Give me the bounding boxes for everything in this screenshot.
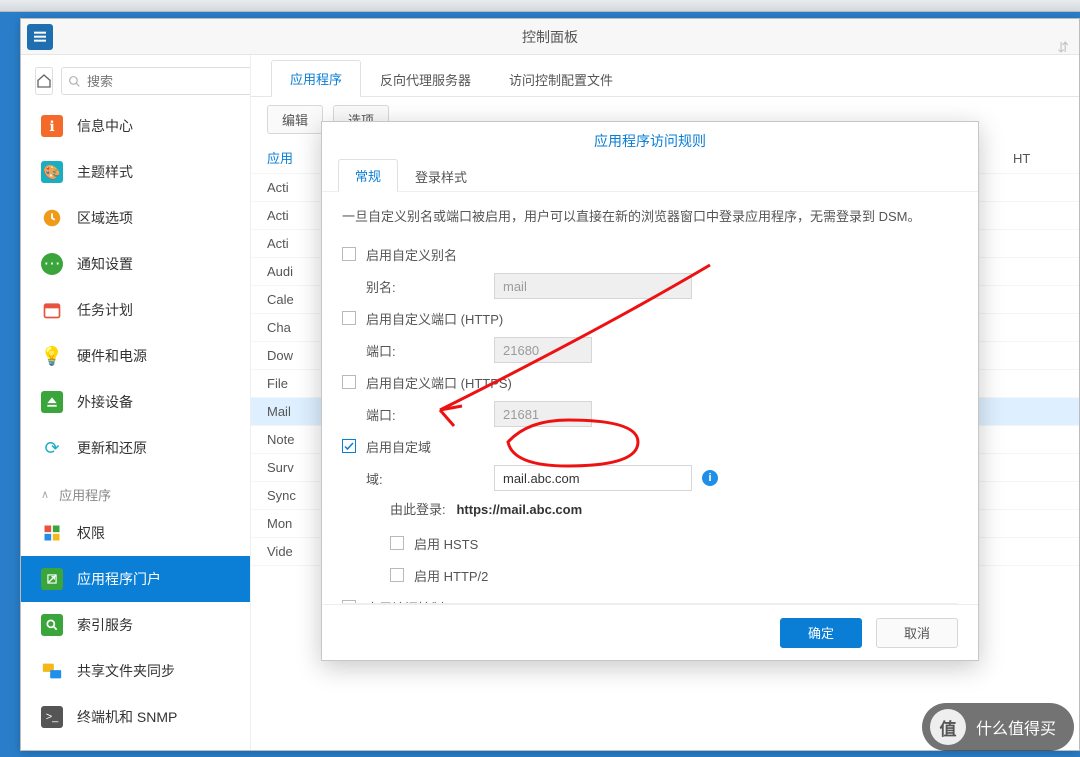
sidebar-item-label: 信息中心 <box>77 116 133 136</box>
sidebar-item-indexing[interactable]: 索引服务 <box>21 602 250 648</box>
app-access-rule-dialog: 应用程序访问规则 常规 登录样式 一旦自定义别名或端口被启用，用户可以直接在新的… <box>321 121 979 661</box>
eject-icon <box>41 391 63 413</box>
sidebar-item-label: 硬件和电源 <box>77 346 147 366</box>
login-from-line: 由此登录: https://mail.abc.com <box>390 499 958 518</box>
checkbox-enable-https-port[interactable] <box>342 375 356 389</box>
cancel-button[interactable]: 取消 <box>876 618 958 648</box>
tab-access-control[interactable]: 访问控制配置文件 <box>490 61 632 97</box>
search-input[interactable] <box>87 74 251 89</box>
sidebar-item-label: 终端机和 SNMP <box>77 707 177 727</box>
sidebar-item-label: 索引服务 <box>77 615 133 635</box>
calendar-icon <box>41 299 63 321</box>
dialog-tab-general[interactable]: 常规 <box>338 159 398 192</box>
edit-button[interactable]: 编辑 <box>267 105 323 134</box>
sidebar-section-apps[interactable]: ∧ 应用程序 <box>21 471 250 510</box>
bulb-icon: 💡 <box>41 345 63 367</box>
tab-reverse-proxy[interactable]: 反向代理服务器 <box>361 61 490 97</box>
sidebar-item-label: 通知设置 <box>77 254 133 274</box>
refresh-icon: ⟳ <box>41 437 63 459</box>
search-icon <box>68 75 81 88</box>
checkbox-enable-http-port[interactable] <box>342 311 356 325</box>
sidebar-item-app-portal[interactable]: 应用程序门户 <box>21 556 250 602</box>
watermark-text: 什么值得买 <box>976 715 1056 739</box>
info-icon: ℹ <box>41 115 63 137</box>
col-ht: HT <box>1003 151 1079 166</box>
label-enable-http2: 启用 HTTP/2 <box>414 566 488 585</box>
info-icon[interactable]: i <box>702 470 718 486</box>
label-enable-alias: 启用自定义别名 <box>366 245 457 264</box>
sidebar-item-external[interactable]: 外接设备 <box>21 379 250 425</box>
terminal-icon: >_ <box>41 706 63 728</box>
sidebar-item-label: 权限 <box>77 523 105 543</box>
checkbox-enable-http2[interactable] <box>390 568 404 582</box>
dialog-title: 应用程序访问规则 <box>322 122 978 160</box>
sync-folder-icon <box>41 660 63 682</box>
sidebar-item-label: 区域选项 <box>77 208 133 228</box>
watermark-badge: 值 <box>930 709 966 745</box>
input-alias <box>494 273 692 299</box>
sidebar-item-update[interactable]: ⟳ 更新和还原 <box>21 425 250 471</box>
checkbox-enable-hsts[interactable] <box>390 536 404 550</box>
input-https-port <box>494 401 592 427</box>
app-icon <box>27 24 53 50</box>
clock-icon <box>41 207 63 229</box>
sidebar-item-tasks[interactable]: 任务计划 <box>21 287 250 333</box>
label-port-https: 端口: <box>366 405 494 424</box>
label-domain: 域: <box>366 469 494 488</box>
window-title: 控制面板 <box>522 29 578 45</box>
sidebar-item-label: 主题样式 <box>77 162 133 182</box>
chat-icon: ⋯ <box>41 253 63 275</box>
control-panel-window: 控制面板 ⇵ ℹ 信息中心 🎨 主题样式 <box>20 18 1080 751</box>
sidebar-item-terminal[interactable]: >_ 终端机和 SNMP <box>21 694 250 740</box>
dialog-help-text: 一旦自定义别名或端口被启用，用户可以直接在新的浏览器窗口中登录应用程序，无需登录… <box>342 206 958 225</box>
sidebar-item-shared-sync[interactable]: 共享文件夹同步 <box>21 648 250 694</box>
sidebar-item-notify[interactable]: ⋯ 通知设置 <box>21 241 250 287</box>
palette-icon: 🎨 <box>41 161 63 183</box>
sidebar-item-label: 更新和还原 <box>77 438 147 458</box>
sidebar: ℹ 信息中心 🎨 主题样式 区域选项 ⋯ 通知设置 任务计 <box>21 55 251 750</box>
portal-icon <box>41 568 63 590</box>
tab-applications[interactable]: 应用程序 <box>271 60 361 97</box>
filter-icon[interactable]: ⇵ <box>1057 29 1069 65</box>
sidebar-item-label: 共享文件夹同步 <box>77 661 175 681</box>
sidebar-item-label: 应用程序门户 <box>77 569 161 589</box>
sidebar-item-label: 任务计划 <box>77 300 133 320</box>
watermark: 值 什么值得买 <box>922 703 1074 751</box>
label-enable-https-port: 启用自定义端口 (HTTPS) <box>366 373 512 392</box>
sidebar-item-info-center[interactable]: ℹ 信息中心 <box>21 103 250 149</box>
home-button[interactable] <box>35 67 53 95</box>
label-alias: 别名: <box>366 277 494 296</box>
sidebar-item-region[interactable]: 区域选项 <box>21 195 250 241</box>
chevron-up-icon: ∧ <box>41 488 49 501</box>
sidebar-item-theme[interactable]: 🎨 主题样式 <box>21 149 250 195</box>
content-tabs: 应用程序 反向代理服务器 访问控制配置文件 <box>251 55 1079 97</box>
input-http-port <box>494 337 592 363</box>
sidebar-item-privileges[interactable]: 权限 <box>21 510 250 556</box>
checkbox-enable-alias[interactable] <box>342 247 356 261</box>
ok-button[interactable]: 确定 <box>780 618 862 648</box>
window-titlebar: 控制面板 ⇵ <box>21 19 1079 55</box>
sidebar-item-hardware[interactable]: 💡 硬件和电源 <box>21 333 250 379</box>
label-enable-http-port: 启用自定义端口 (HTTP) <box>366 309 503 328</box>
label-enable-hsts: 启用 HSTS <box>414 534 478 553</box>
search-doc-icon <box>41 614 63 636</box>
input-domain[interactable] <box>494 465 692 491</box>
checkbox-enable-domain[interactable] <box>342 439 356 453</box>
label-port-http: 端口: <box>366 341 494 360</box>
grid-icon <box>41 522 63 544</box>
label-enable-domain: 启用自定域 <box>366 437 431 456</box>
sidebar-item-label: 外接设备 <box>77 392 133 412</box>
search-box[interactable] <box>61 67 251 95</box>
dialog-tab-login-style[interactable]: 登录样式 <box>398 160 484 192</box>
